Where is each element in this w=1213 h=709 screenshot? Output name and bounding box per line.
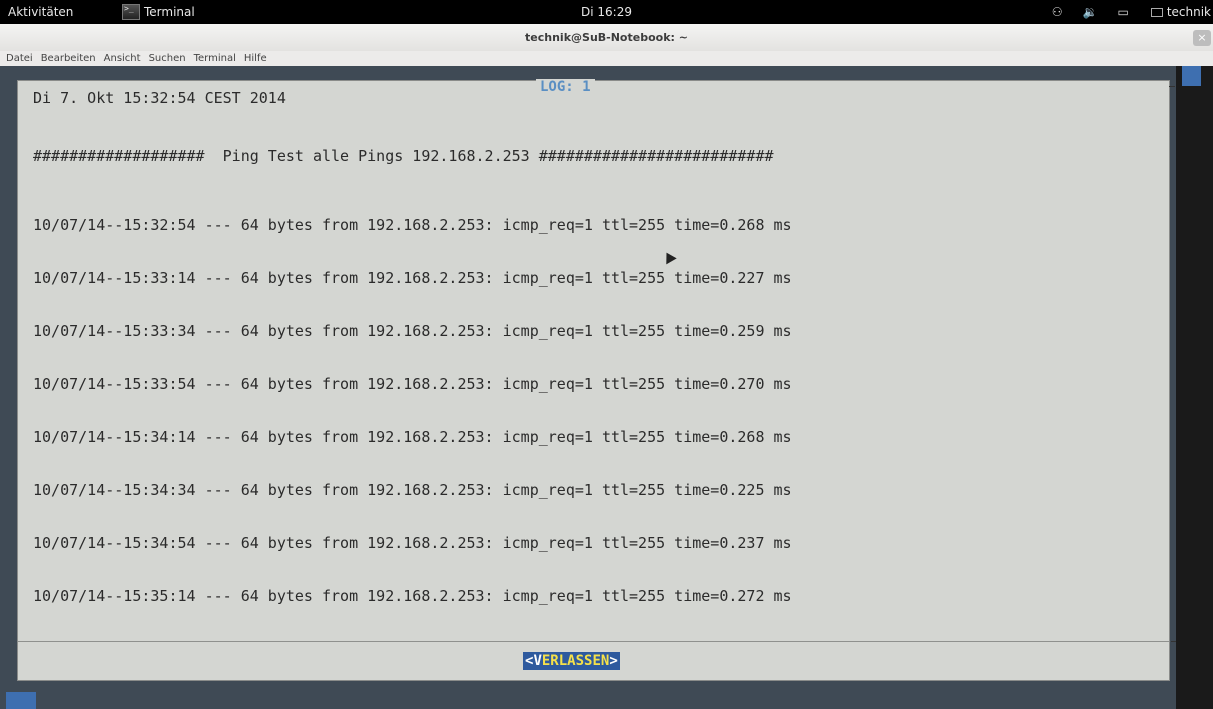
terminal-window: technik@SuB-Notebook: ~ × Datei Bearbeit… — [0, 24, 1213, 709]
log-line: 10/07/14--15:32:54 --- 64 bytes from 192… — [33, 216, 792, 234]
menu-bar: Datei Bearbeiten Ansicht Suchen Terminal… — [0, 51, 1213, 66]
scrollbar[interactable] — [1176, 66, 1213, 709]
button-hotkey: V — [533, 653, 542, 669]
clock[interactable]: Di 16:29 — [581, 5, 632, 19]
dialog-separator — [18, 641, 1177, 642]
network-icon[interactable]: ▭ — [1117, 5, 1128, 19]
menu-hilfe[interactable]: Hilfe — [244, 53, 267, 64]
keyboard-icon — [1150, 7, 1163, 17]
terminal-bottom-strip — [0, 689, 1176, 709]
window-title: technik@SuB-Notebook: ~ — [525, 31, 688, 44]
system-tray: ⚇ 🔉 ▭ technik — [1032, 0, 1213, 24]
verlassen-button[interactable]: <VERLASSEN> — [523, 652, 620, 670]
log-list: 10/07/14--15:32:54 --- 64 bytes from 192… — [33, 181, 792, 641]
log-line: 10/07/14--15:34:34 --- 64 bytes from 192… — [33, 481, 792, 499]
app-name-label: Terminal — [144, 5, 195, 19]
terminal-icon — [122, 4, 140, 20]
menu-terminal[interactable]: Terminal — [194, 53, 236, 64]
dialog-title: LOG: 1 — [536, 79, 595, 95]
button-label: ERLASSEN — [541, 653, 610, 669]
bottom-indicator — [6, 692, 36, 709]
app-menu-button[interactable]: Terminal — [122, 3, 195, 21]
ping-header: ################### Ping Test alle Pings… — [33, 147, 774, 165]
log-line: 10/07/14--15:34:14 --- 64 bytes from 192… — [33, 428, 792, 446]
log-line: 10/07/14--15:33:54 --- 64 bytes from 192… — [33, 375, 792, 393]
accessibility-icon[interactable]: ⚇ — [1052, 5, 1063, 19]
menu-bearbeiten[interactable]: Bearbeiten — [41, 53, 96, 64]
log-dialog: LOG: 1 Di 7. Okt 15:32:54 CEST 2014 ####… — [17, 79, 1177, 681]
menu-suchen[interactable]: Suchen — [149, 53, 186, 64]
volume-icon[interactable]: 🔉 — [1083, 5, 1098, 19]
terminal-area[interactable]: LOG: 1 Di 7. Okt 15:32:54 CEST 2014 ####… — [0, 66, 1213, 709]
log-content: Di 7. Okt 15:32:54 CEST 2014 ###########… — [33, 89, 792, 605]
log-line: 10/07/14--15:34:54 --- 64 bytes from 192… — [33, 534, 792, 552]
menu-ansicht[interactable]: Ansicht — [104, 53, 141, 64]
user-name: technik — [1166, 5, 1211, 19]
button-bracket-close: > — [609, 653, 618, 669]
menu-datei[interactable]: Datei — [6, 53, 33, 64]
close-button[interactable]: × — [1193, 30, 1211, 46]
date-line: Di 7. Okt 15:32:54 CEST 2014 — [33, 89, 286, 107]
user-menu[interactable]: technik — [1150, 5, 1211, 19]
log-line: 10/07/14--15:35:14 --- 64 bytes from 192… — [33, 587, 792, 605]
activities-button[interactable]: Aktivitäten — [6, 0, 85, 24]
gnome-top-bar: Aktivitäten Terminal Di 16:29 ⚇ 🔉 ▭ tech… — [0, 0, 1213, 24]
window-titlebar[interactable]: technik@SuB-Notebook: ~ — [0, 24, 1213, 51]
log-line: 10/07/14--15:33:14 --- 64 bytes from 192… — [33, 269, 792, 287]
log-line: 10/07/14--15:33:34 --- 64 bytes from 192… — [33, 322, 792, 340]
scrollbar-thumb[interactable] — [1182, 66, 1201, 86]
